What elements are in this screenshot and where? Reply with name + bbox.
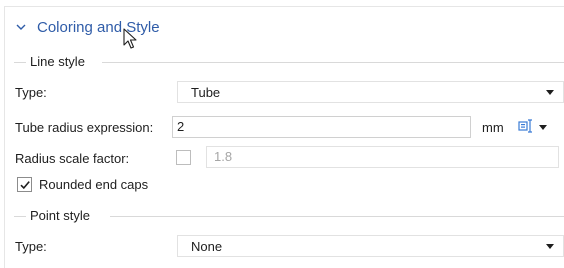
radius-scale-checkbox[interactable] — [176, 150, 191, 165]
line-type-select[interactable]: Tube — [177, 81, 564, 103]
insert-expression-icon — [518, 118, 536, 137]
radius-scale-input[interactable]: 1.8 — [206, 146, 559, 168]
line-type-label: Type: — [15, 85, 47, 100]
point-type-select[interactable]: None — [177, 235, 564, 257]
tube-radius-unit: mm — [482, 120, 504, 135]
checkmark-icon — [20, 181, 30, 190]
line-style-rule — [14, 62, 26, 63]
point-style-rule — [14, 216, 26, 217]
point-style-group-label: Point style — [30, 208, 96, 223]
line-type-value: Tube — [191, 85, 221, 100]
line-style-rule-right — [102, 62, 564, 63]
chevron-down-icon — [539, 124, 547, 130]
point-type-label: Type: — [15, 239, 47, 254]
line-style-group-label: Line style — [30, 54, 91, 69]
tube-radius-label: Tube radius expression: — [15, 120, 154, 135]
chevron-down-icon[interactable] — [14, 20, 28, 34]
chevron-down-icon — [546, 244, 554, 249]
chevron-down-icon — [546, 90, 554, 95]
point-type-value: None — [191, 239, 223, 254]
section-title: Coloring and Style — [37, 18, 160, 36]
point-style-rule-right — [110, 216, 564, 217]
rounded-caps-label: Rounded end caps — [39, 177, 149, 192]
insert-expression-button[interactable] — [518, 117, 547, 137]
coloring-and-style-panel: Coloring and Style Line style Type: Tube… — [0, 0, 564, 268]
rounded-caps-checkbox[interactable] — [17, 177, 32, 192]
mouse-pointer-icon — [123, 28, 137, 53]
section-header[interactable]: Coloring and Style — [14, 16, 160, 38]
radius-scale-label: Radius scale factor: — [15, 151, 130, 166]
tube-radius-input[interactable]: 2 — [172, 116, 471, 138]
